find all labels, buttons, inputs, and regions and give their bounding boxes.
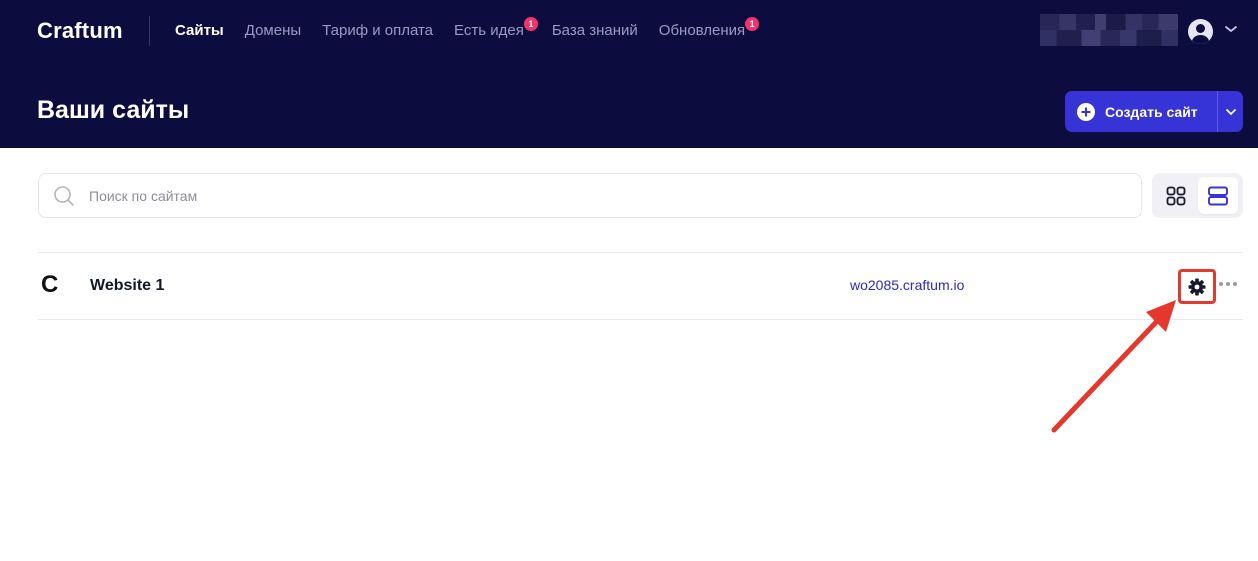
row-divider	[38, 319, 1243, 320]
view-toggle	[1152, 173, 1243, 218]
create-site-label: Создать сайт	[1105, 103, 1198, 120]
page-title: Ваши сайты	[37, 96, 190, 124]
nav-item-knowledge-base[interactable]: База знаний	[552, 21, 638, 41]
nav-item-label: Обновления	[658, 22, 746, 39]
nav-item-billing[interactable]: Тариф и оплата	[322, 21, 433, 41]
nav-item-updates[interactable]: Обновления 1	[658, 17, 760, 41]
gear-icon	[1188, 278, 1206, 295]
nav-item-sites[interactable]: Сайты	[175, 21, 224, 41]
create-site-dropdown[interactable]	[1218, 91, 1243, 132]
plus-circle-icon	[1077, 102, 1095, 121]
user-name-redacted	[1040, 14, 1178, 46]
search-bar	[38, 173, 1142, 218]
more-horizontal-icon	[1219, 282, 1223, 286]
list-view-button[interactable]	[1198, 177, 1238, 214]
more-options-button[interactable]	[1219, 282, 1237, 286]
nav-item-label: Домены	[244, 22, 302, 39]
user-avatar-icon[interactable]	[1188, 19, 1213, 44]
nav-item-domains[interactable]: Домены	[245, 21, 301, 41]
nav-item-label: Есть идея	[454, 22, 524, 39]
nav-item-label: Сайты	[175, 22, 224, 39]
brand-logo[interactable]: Craftum	[37, 18, 123, 44]
grid-view-button[interactable]	[1156, 177, 1196, 214]
site-logo: C	[41, 271, 59, 298]
table-row[interactable]: C Website 1 wo2085.craftum.io	[38, 253, 1243, 319]
nav-item-ideas[interactable]: Есть идея 1	[454, 17, 538, 41]
top-header: Craftum Сайты Домены Тариф и оплата Есть…	[0, 0, 1258, 148]
search-icon	[53, 185, 75, 207]
notification-badge: 1	[523, 17, 538, 31]
create-site-button[interactable]: Создать сайт	[1065, 91, 1243, 132]
nav-item-label: Тариф и оплата	[322, 22, 434, 39]
nav-item-label: База знаний	[551, 22, 638, 39]
site-url-link[interactable]: wo2085.craftum.io	[850, 277, 964, 293]
site-name[interactable]: Website 1	[90, 277, 164, 295]
notification-badge: 1	[745, 17, 760, 31]
site-settings-button[interactable]	[1178, 269, 1216, 304]
chevron-down-icon	[1225, 108, 1236, 115]
search-input[interactable]	[89, 187, 989, 204]
main-nav: Сайты Домены Тариф и оплата Есть идея 1 Б…	[175, 17, 773, 41]
grid-view-icon	[1166, 186, 1186, 205]
create-site-main[interactable]: Создать сайт	[1065, 91, 1215, 132]
list-view-icon	[1208, 186, 1228, 205]
chevron-down-icon[interactable]	[1224, 24, 1238, 34]
logo-divider	[149, 16, 150, 46]
